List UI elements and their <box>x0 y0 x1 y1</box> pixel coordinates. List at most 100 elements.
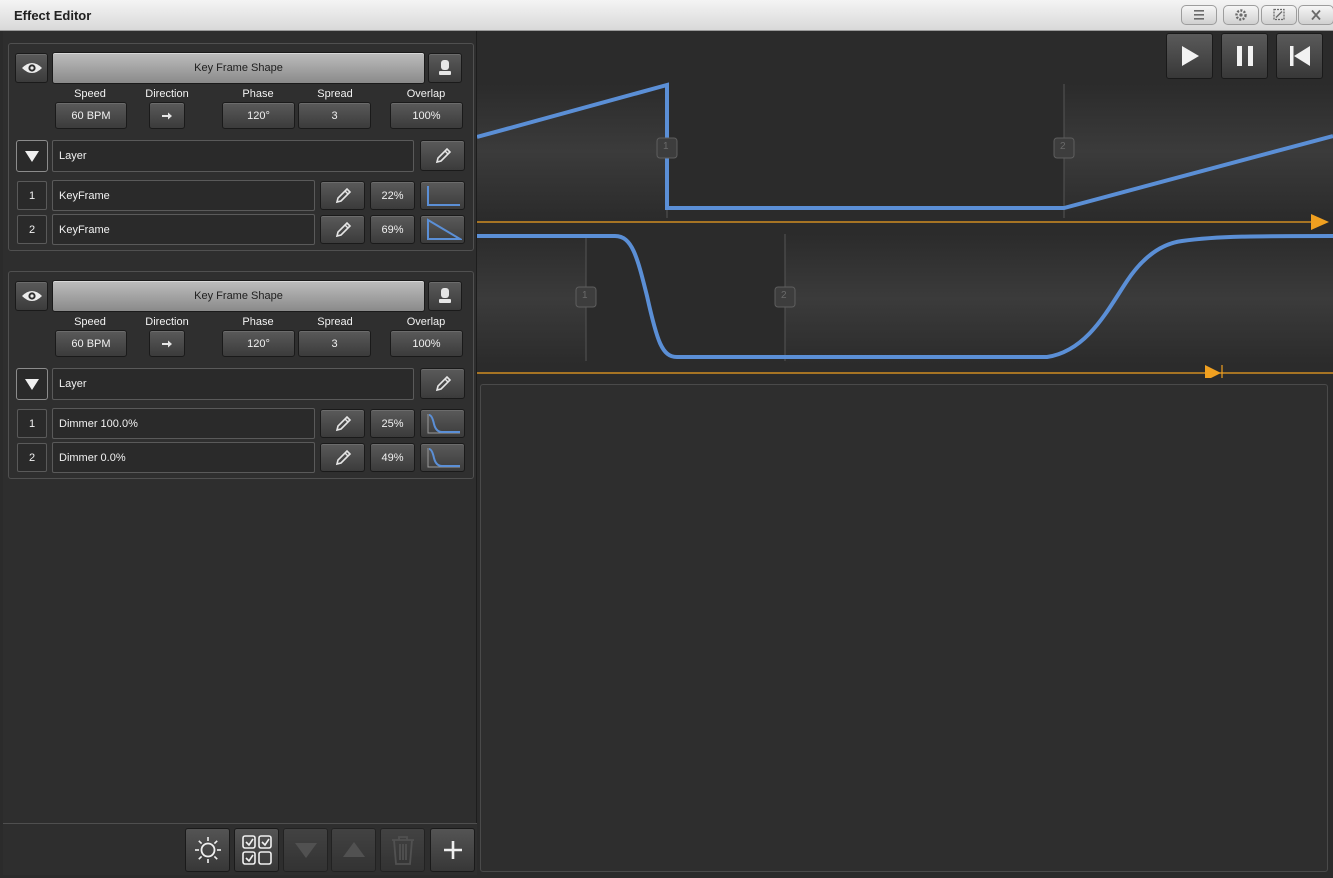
move-down-button[interactable] <box>283 828 328 872</box>
marker-label: 1 <box>582 290 588 301</box>
pencil-icon <box>435 147 451 163</box>
phase-label: Phase <box>242 316 274 328</box>
settings-button[interactable] <box>1223 5 1259 25</box>
keyframe-index: 1 <box>17 181 47 210</box>
layers-panel: Key Frame Shape Speed Direction Phase Sp… <box>3 31 477 875</box>
playhead-arrow-icon <box>1205 365 1221 378</box>
curve-button[interactable] <box>420 443 465 472</box>
edit-layer-button[interactable] <box>420 140 465 171</box>
brightness-button[interactable] <box>185 828 230 872</box>
keyframe-name[interactable]: KeyFrame <box>52 180 315 211</box>
pencil-icon <box>335 221 351 237</box>
gear-icon <box>1235 9 1247 21</box>
spread-label: Spread <box>317 88 353 100</box>
delete-icon <box>391 836 414 865</box>
s-curve-icon <box>427 447 460 467</box>
title-bar: Effect Editor <box>0 0 1333 31</box>
keyframe-percent[interactable]: 22% <box>370 181 415 210</box>
pencil-icon <box>435 375 451 391</box>
marker-label: 2 <box>1060 141 1066 152</box>
shaded-region <box>785 234 1333 364</box>
maximize-icon <box>1273 8 1285 21</box>
phase-button[interactable]: 120° <box>222 102 295 129</box>
maximize-button[interactable] <box>1261 5 1297 25</box>
fixture-button[interactable] <box>428 53 462 83</box>
bottom-toolbar <box>3 823 477 875</box>
keyframe-name[interactable]: Dimmer 100.0% <box>52 408 315 439</box>
shaded-region <box>477 84 667 219</box>
speed-label: Speed <box>74 88 106 100</box>
shape-button[interactable]: Key Frame Shape <box>52 52 425 84</box>
curve-button[interactable] <box>420 181 465 210</box>
collapse-toggle[interactable] <box>16 368 48 400</box>
direction-label: Direction <box>145 316 189 328</box>
linear-down-curve-icon <box>426 217 462 240</box>
menu-button[interactable] <box>1181 5 1217 25</box>
window-title: Effect Editor <box>14 8 92 23</box>
rewind-button[interactable] <box>1276 33 1323 79</box>
keyframe-index: 2 <box>17 443 47 472</box>
edit-keyframe-button[interactable] <box>320 409 365 438</box>
overlap-label: Overlap <box>406 316 446 328</box>
edit-keyframe-button[interactable] <box>320 181 365 210</box>
shaded-region <box>477 234 586 364</box>
speed-button[interactable]: 60 BPM <box>55 102 127 129</box>
keyframe-percent[interactable]: 69% <box>370 215 415 244</box>
edit-keyframe-button[interactable] <box>320 215 365 244</box>
arrow-right-icon <box>162 340 172 347</box>
step-curve-icon <box>426 185 460 206</box>
keyframe-index: 1 <box>17 409 47 438</box>
collapse-toggle[interactable] <box>16 140 48 172</box>
eye-icon <box>21 291 42 301</box>
marker-label: 1 <box>663 141 669 152</box>
moving-head-icon <box>439 60 451 75</box>
s-curve-icon <box>427 413 460 433</box>
move-up-button[interactable] <box>331 828 376 872</box>
eye-icon <box>21 63 42 73</box>
effect-curves <box>477 82 1333 378</box>
fixture-button[interactable] <box>428 281 462 311</box>
add-button[interactable] <box>430 828 475 872</box>
spread-button[interactable]: 3 <box>298 330 371 357</box>
visibility-toggle[interactable] <box>15 53 48 83</box>
move-up-icon <box>342 842 365 857</box>
curve-button[interactable] <box>420 409 465 438</box>
layer-name-field[interactable]: Layer <box>52 368 414 400</box>
speed-button[interactable]: 60 BPM <box>55 330 127 357</box>
moving-head-icon <box>439 288 451 303</box>
phase-button[interactable]: 120° <box>222 330 295 357</box>
play-button[interactable] <box>1166 33 1213 79</box>
overlap-button[interactable]: 100% <box>390 102 463 129</box>
layer-panel-1: Key Frame Shape Speed Direction Phase Sp… <box>8 43 474 251</box>
visibility-toggle[interactable] <box>15 281 48 311</box>
overlap-button[interactable]: 100% <box>390 330 463 357</box>
curve-button[interactable] <box>420 215 465 244</box>
rewind-icon <box>1289 46 1310 66</box>
layer-panel-2: Key Frame Shape Speed Direction Phase Sp… <box>8 271 474 479</box>
shape-button[interactable]: Key Frame Shape <box>52 280 425 312</box>
spread-button[interactable]: 3 <box>298 102 371 129</box>
pencil-icon <box>335 187 351 203</box>
play-icon <box>1181 46 1199 66</box>
spread-label: Spread <box>317 316 353 328</box>
add-icon <box>443 841 462 859</box>
edit-layer-button[interactable] <box>420 368 465 399</box>
delete-button[interactable] <box>380 828 425 872</box>
keyframe-percent[interactable]: 49% <box>370 443 415 472</box>
keyframe-name[interactable]: Dimmer 0.0% <box>52 442 315 473</box>
keyframe-percent[interactable]: 25% <box>370 409 415 438</box>
keyframe-name[interactable]: KeyFrame <box>52 214 315 245</box>
close-button[interactable] <box>1298 5 1333 25</box>
brightness-icon <box>194 837 221 863</box>
move-down-icon <box>294 843 317 858</box>
layer-name-field[interactable]: Layer <box>52 140 414 172</box>
edit-keyframe-button[interactable] <box>320 443 365 472</box>
direction-button[interactable] <box>149 330 185 357</box>
speed-label: Speed <box>74 316 106 328</box>
direction-label: Direction <box>145 88 189 100</box>
pause-icon <box>1236 46 1253 66</box>
pause-button[interactable] <box>1221 33 1268 79</box>
select-all-button[interactable] <box>234 828 279 872</box>
effect-graph[interactable]: 1 2 1 2 <box>477 31 1333 378</box>
direction-button[interactable] <box>149 102 185 129</box>
